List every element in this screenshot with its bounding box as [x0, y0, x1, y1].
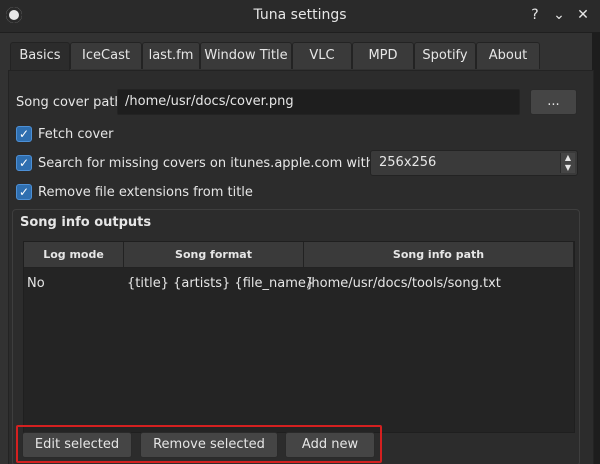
group-title: Song info outputs: [20, 215, 152, 230]
remove-extensions-checkbox[interactable]: ✓: [16, 184, 32, 200]
tab-basics[interactable]: Basics: [10, 42, 70, 71]
cover-size-spinbox[interactable]: 256x256 ▲ ▼: [370, 150, 578, 176]
row-song-format[interactable]: {title} {artists} {file_name}: [127, 276, 314, 291]
tuna-settings-window: Tuna settings ? ⌄ ✕ Basics IceCast last.…: [0, 0, 600, 464]
column-header-song-format[interactable]: Song format: [124, 242, 304, 268]
minimize-button[interactable]: ⌄: [550, 6, 568, 24]
song-cover-path-input[interactable]: /home/usr/docs/cover.png: [117, 89, 520, 115]
tab-mpd[interactable]: MPD: [352, 42, 414, 69]
tab-lastfm[interactable]: last.fm: [142, 42, 200, 69]
row-song-info-path[interactable]: /home/usr/docs/tools/song.txt: [307, 276, 501, 291]
close-button[interactable]: ✕: [574, 6, 592, 24]
edit-selected-button[interactable]: Edit selected: [22, 432, 132, 458]
title-bar: Tuna settings ? ⌄ ✕: [0, 0, 600, 33]
cover-size-value: 256x256: [379, 155, 437, 170]
column-header-log-mode[interactable]: Log mode: [24, 242, 124, 268]
column-header-song-info-path[interactable]: Song info path: [304, 242, 574, 268]
browse-button[interactable]: ...: [530, 89, 577, 115]
search-missing-covers-label: Search for missing covers on itunes.appl…: [38, 156, 404, 171]
search-missing-covers-checkbox[interactable]: ✓: [16, 155, 32, 171]
add-new-button[interactable]: Add new: [285, 432, 375, 458]
tab-about[interactable]: About: [476, 42, 540, 69]
tab-window-title[interactable]: Window Title: [200, 42, 292, 69]
remove-selected-button[interactable]: Remove selected: [140, 432, 278, 458]
remove-extensions-label: Remove file extensions from title: [38, 185, 253, 200]
fetch-cover-checkbox[interactable]: ✓: [16, 126, 32, 142]
tab-spotify[interactable]: Spotify: [414, 42, 476, 69]
window-title: Tuna settings: [253, 7, 347, 23]
spin-arrows-icon[interactable]: ▲ ▼: [560, 153, 575, 173]
outputs-table[interactable]: Log mode Song format Song info path No {…: [23, 241, 575, 433]
tab-vlc[interactable]: VLC: [292, 42, 352, 69]
tab-icecast[interactable]: IceCast: [70, 42, 142, 69]
song-cover-label: Song cover path: [16, 95, 123, 110]
fetch-cover-label: Fetch cover: [38, 127, 114, 142]
help-button[interactable]: ?: [526, 6, 544, 24]
row-log-mode[interactable]: No: [27, 276, 45, 291]
